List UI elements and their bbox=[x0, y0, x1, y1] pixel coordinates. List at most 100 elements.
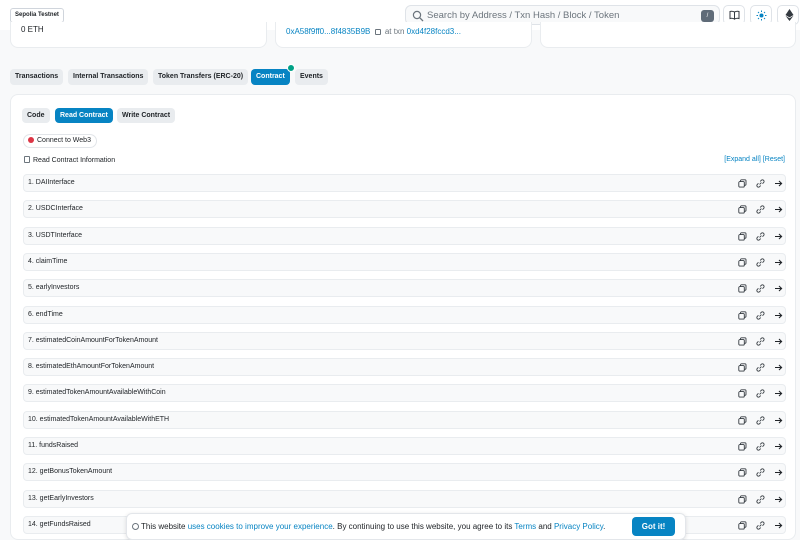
link-icon[interactable] bbox=[756, 284, 765, 293]
function-row[interactable]: 8. estimatedEthAmountForTokenAmount bbox=[23, 358, 786, 377]
privacy-policy-link[interactable]: Privacy Policy bbox=[554, 522, 603, 531]
arrow-right-icon[interactable] bbox=[774, 311, 783, 320]
link-icon[interactable] bbox=[756, 179, 765, 188]
overview-card: 0 ETH bbox=[10, 22, 267, 48]
function-row[interactable]: 6. endTime bbox=[23, 305, 786, 324]
function-row[interactable]: 2. USDCInterface bbox=[23, 200, 786, 219]
multichain-card bbox=[540, 22, 796, 48]
creation-txn-link[interactable]: 0xd4f28fccd3... bbox=[407, 27, 461, 36]
cookie-icon bbox=[132, 522, 139, 530]
function-row[interactable]: 3. USDTInterface bbox=[23, 226, 786, 245]
tab-transactions[interactable]: Transactions bbox=[10, 69, 64, 85]
got-it-button[interactable]: Got it! bbox=[632, 517, 675, 536]
function-name: 13. getEarlyInvestors bbox=[28, 494, 94, 502]
arrow-right-icon[interactable] bbox=[774, 363, 783, 372]
book-icon bbox=[729, 10, 740, 20]
search-placeholder: Search by Address / Txn Hash / Block / T… bbox=[427, 10, 620, 21]
copy-icon[interactable] bbox=[738, 416, 747, 425]
function-row[interactable]: 7. estimatedCoinAmountForTokenAmount bbox=[23, 331, 786, 350]
search-shortcut-key: / bbox=[701, 10, 714, 22]
contract-panel: Code Read Contract Write Contract Connec… bbox=[10, 94, 796, 540]
sun-icon bbox=[756, 10, 767, 21]
link-icon[interactable] bbox=[756, 231, 765, 241]
cookie-text-3: and bbox=[536, 522, 554, 531]
copy-icon[interactable] bbox=[738, 337, 747, 346]
function-row[interactable]: 10. estimatedTokenAmountAvailableWithETH bbox=[23, 410, 786, 429]
copy-icon[interactable] bbox=[738, 258, 747, 267]
function-name: 6. endTime bbox=[28, 310, 63, 318]
link-icon[interactable] bbox=[756, 258, 765, 267]
arrow-right-icon[interactable] bbox=[774, 389, 783, 398]
arrow-right-icon[interactable] bbox=[774, 205, 783, 214]
copy-icon[interactable] bbox=[738, 389, 747, 398]
arrow-right-icon[interactable] bbox=[774, 442, 783, 451]
function-name: 5. earlyInvestors bbox=[28, 284, 80, 292]
arrow-right-icon[interactable] bbox=[774, 179, 783, 188]
arrow-right-icon[interactable] bbox=[774, 495, 783, 504]
cookie-text-4: . bbox=[603, 522, 606, 531]
tab-internal-transactions[interactable]: Internal Transactions bbox=[68, 69, 149, 85]
function-name: 8. estimatedEthAmountForTokenAmount bbox=[28, 363, 155, 371]
cookie-text-1: This website bbox=[141, 522, 188, 531]
copy-icon[interactable] bbox=[738, 521, 747, 530]
function-name: 9. estimatedTokenAmountAvailableWithCoin bbox=[28, 389, 166, 397]
function-row[interactable]: 13. getEarlyInvestors bbox=[23, 489, 786, 508]
document-icon bbox=[24, 156, 30, 163]
link-icon[interactable] bbox=[756, 363, 765, 372]
copy-icon[interactable] bbox=[738, 494, 747, 504]
subtab-read-contract[interactable]: Read Contract bbox=[55, 108, 113, 123]
terms-link[interactable]: Terms bbox=[514, 522, 536, 531]
arrow-right-icon[interactable] bbox=[774, 337, 783, 346]
copy-icon[interactable] bbox=[738, 468, 747, 477]
function-row[interactable]: 1. DAIInterface bbox=[23, 174, 786, 192]
function-name: 12. getBonusTokenAmount bbox=[28, 468, 113, 476]
copy-icon[interactable] bbox=[738, 231, 747, 241]
connect-web3-label: Connect to Web3 bbox=[37, 137, 91, 144]
link-icon[interactable] bbox=[756, 389, 765, 398]
tab-events[interactable]: Events bbox=[295, 69, 328, 85]
arrow-right-icon[interactable] bbox=[774, 468, 783, 477]
copy-icon[interactable] bbox=[738, 310, 747, 320]
copy-icon[interactable] bbox=[738, 284, 747, 293]
function-row[interactable]: 11. fundsRaised bbox=[23, 437, 786, 455]
function-row[interactable]: 4. claimTime bbox=[23, 252, 786, 271]
function-name: 2. USDCInterface bbox=[28, 205, 83, 213]
arrow-right-icon[interactable] bbox=[774, 232, 783, 241]
network-badge[interactable]: Sepolia Testnet bbox=[10, 8, 64, 23]
function-name: 3. USDTInterface bbox=[28, 231, 83, 239]
search-icon bbox=[412, 10, 424, 22]
expand-all-link[interactable]: [Expand all] bbox=[724, 156, 761, 163]
creator-address-link[interactable]: 0xA58f9ff0...8f4835B9B bbox=[286, 27, 370, 36]
cookie-policy-link[interactable]: uses cookies to improve your experience bbox=[188, 522, 333, 531]
copy-icon[interactable] bbox=[738, 442, 747, 451]
link-icon[interactable] bbox=[756, 521, 765, 530]
function-name: 1. DAIInterface bbox=[28, 179, 75, 186]
arrow-right-icon[interactable] bbox=[774, 284, 783, 293]
link-icon[interactable] bbox=[756, 205, 765, 214]
subtab-write-contract[interactable]: Write Contract bbox=[117, 108, 176, 123]
eth-balance: 0 ETH bbox=[21, 25, 44, 34]
function-name: 7. estimatedCoinAmountForTokenAmount bbox=[28, 336, 158, 344]
copy-icon[interactable] bbox=[738, 363, 747, 372]
copy-icon[interactable] bbox=[374, 28, 381, 35]
subtab-code[interactable]: Code bbox=[22, 108, 50, 123]
arrow-right-icon[interactable] bbox=[774, 521, 783, 530]
link-icon[interactable] bbox=[756, 468, 765, 477]
tab-contract[interactable]: Contract bbox=[251, 69, 290, 85]
tab-token-transfers[interactable]: Token Transfers (ERC-20) bbox=[153, 69, 249, 85]
link-icon[interactable] bbox=[756, 442, 765, 451]
copy-icon[interactable] bbox=[738, 179, 747, 188]
disconnected-status-icon bbox=[28, 136, 34, 143]
arrow-right-icon[interactable] bbox=[774, 416, 783, 425]
link-icon[interactable] bbox=[756, 416, 765, 425]
link-icon[interactable] bbox=[756, 310, 765, 320]
link-icon[interactable] bbox=[756, 494, 765, 504]
function-row[interactable]: 5. earlyInvestors bbox=[23, 279, 786, 298]
reset-link[interactable]: [Reset] bbox=[763, 156, 785, 163]
connect-web3-button[interactable]: Connect to Web3 bbox=[23, 134, 97, 148]
function-row[interactable]: 12. getBonusTokenAmount bbox=[23, 463, 786, 482]
copy-icon[interactable] bbox=[738, 205, 747, 214]
link-icon[interactable] bbox=[756, 337, 765, 346]
arrow-right-icon[interactable] bbox=[774, 258, 783, 267]
function-row[interactable]: 9. estimatedTokenAmountAvailableWithCoin bbox=[23, 384, 786, 403]
